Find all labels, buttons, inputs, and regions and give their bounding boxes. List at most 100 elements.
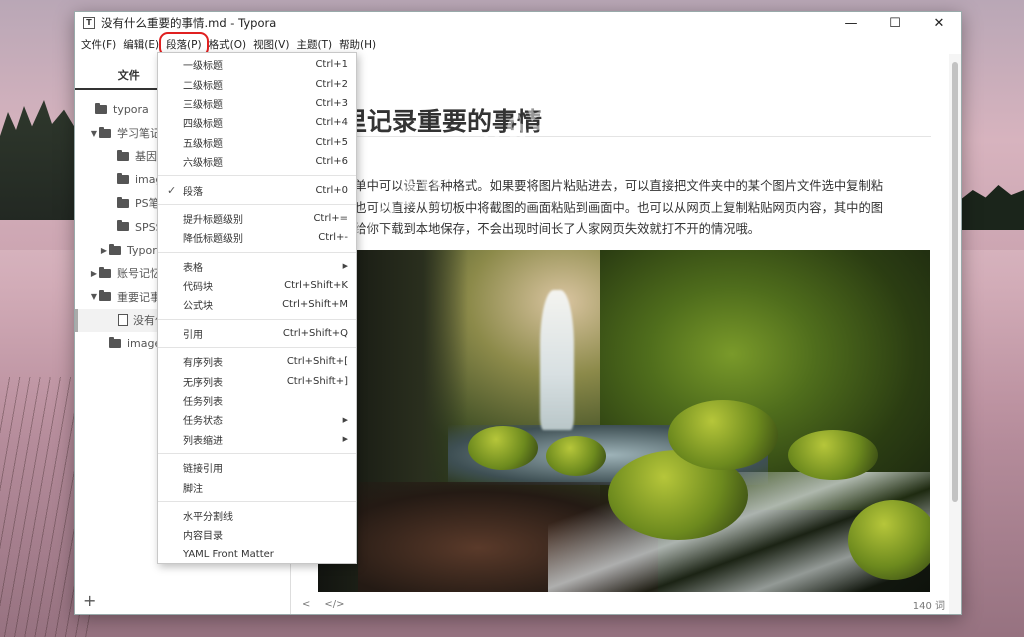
menu-item-label: 公式块 [183,301,213,313]
toggle-sidebar-icon[interactable]: < [302,599,310,610]
minimize-button[interactable]: — [829,12,873,34]
caret-right-icon[interactable]: ▶ [99,246,109,255]
menu-item[interactable]: 任务状态 ▶ [158,410,356,429]
menu-item[interactable]: 六级标题 Ctrl+6 [158,152,356,171]
menu-item-label: 无序列表 [183,377,223,389]
menu-item[interactable]: 有序列表 Ctrl+Shift+[ [158,352,356,371]
menu-item-label: 四级标题 [183,119,223,131]
folder-icon [117,149,129,161]
word-count[interactable]: 140 词 [913,597,949,612]
menu-item[interactable]: 公式块 Ctrl+Shift+M [158,295,356,314]
menu-item-label: 任务状态 [183,416,223,428]
menu-item-label: 水平分割线 [183,512,233,523]
heading-underline [318,136,931,137]
menu-item[interactable]: 五级标题 Ctrl+5 [158,133,356,152]
folder-icon [99,126,111,138]
menu-item[interactable]: 脚注 [158,477,356,496]
menu-item-shortcut: Ctrl+4 [315,117,348,129]
image-mossy-rock [468,426,538,470]
folder-icon [99,290,111,302]
menu-item[interactable]: 引用 Ctrl+Shift+Q [158,324,356,343]
menu-item[interactable]: 无序列表 Ctrl+Shift+] [158,371,356,390]
menu-item[interactable]: 表格 ▶ [158,257,356,276]
menu-help[interactable]: 帮助(H) [336,37,379,52]
menu-format[interactable]: 格式(O) [206,37,249,52]
folder-icon [109,337,121,349]
menu-item-label: 降低标题级别 [183,234,243,246]
menu-theme[interactable]: 主题(T) [293,37,335,52]
menu-item[interactable]: 代码块 Ctrl+Shift+K [158,276,356,295]
status-bar: < </> 140 词 [292,594,949,614]
window-title: 没有什么重要的事情.md - Typora [101,16,277,30]
menu-item-label: YAML Front Matter [183,548,274,560]
caret-down-icon[interactable]: ▼ [89,129,99,138]
source-code-mode-icon[interactable]: </> [324,599,344,610]
menu-item[interactable]: 降低标题级别 Ctrl+- [158,228,356,247]
menu-item[interactable]: 二级标题 Ctrl+2 [158,74,356,93]
caret-down-icon[interactable]: ▼ [89,292,99,301]
maximize-button[interactable]: ☐ [873,12,917,34]
menu-item[interactable]: 四级标题 Ctrl+4 [158,113,356,132]
menu-item[interactable]: 一级标题 Ctrl+1 [158,55,356,74]
menu-item[interactable]: 三级标题 Ctrl+3 [158,94,356,113]
menu-item-label: 提升标题级别 [183,214,243,226]
menu-edit[interactable]: 编辑(E) [120,37,162,52]
image-waterfall [540,290,574,430]
editor-area[interactable]: 里记录重要的事情 菜单中可以设置各种格式。如果要将图片粘贴进去，可以直接把文件夹… [292,54,949,594]
menu-item-label: 五级标题 [183,138,223,150]
tree-item-label: 重要记事 [117,290,161,304]
add-icon[interactable]: + [83,591,96,610]
menu-item-shortcut: Ctrl+1 [315,59,348,71]
menu-item-shortcut: Ctrl+6 [315,156,348,168]
title-bar[interactable]: T 没有什么重要的事情.md - Typora — ☐ ✕ [75,12,961,34]
menu-item-shortcut: Ctrl+5 [315,136,348,148]
menu-separator [158,453,356,455]
tree-item-label: 学习笔记 [117,127,161,141]
submenu-arrow-icon: ▶ [342,415,348,424]
folder-icon [109,243,121,255]
menu-item[interactable]: 水平分割线 [158,506,356,525]
image-mossy-rock [848,500,930,580]
tree-item-label: 账号记忆 [117,267,161,281]
folder-icon [99,266,111,278]
menu-item[interactable]: 内容目录 [158,525,356,544]
menu-item-label: 表格 [183,262,203,274]
close-button[interactable]: ✕ [917,12,961,34]
folder-icon [117,173,129,185]
checkmark-icon: ✓ [167,183,177,197]
waterfall-image[interactable] [318,250,930,592]
menu-item-label: 段落 [183,186,203,198]
menu-item[interactable]: YAML Front Matter [158,545,356,564]
menu-item-shortcut: Ctrl+- [318,232,348,244]
folder-icon [117,220,129,232]
menu-item-label: 六级标题 [183,158,223,170]
menu-file[interactable]: 文件(F) [78,37,119,52]
menu-view[interactable]: 视图(V) [250,37,292,52]
paragraph-line: 动给你下载到本地保存，不会出现时间长了人家网页失效就打不开的情况哦。 [342,222,761,236]
menu-item[interactable]: ✓ 段落 Ctrl+0 [158,180,356,199]
menu-item-shortcut: Ctrl+= [313,212,348,224]
menu-paragraph[interactable]: 段落(P) [159,31,209,57]
folder-icon [117,196,129,208]
menu-item[interactable]: 列表缩进 ▶ [158,430,356,449]
scrollbar-thumb[interactable] [952,62,958,502]
menu-item[interactable]: 任务列表 [158,391,356,410]
menu-separator [158,175,356,177]
menu-item-label: 代码块 [183,282,213,294]
typora-app-icon: T [83,17,95,29]
menu-item-label: 引用 [183,329,203,341]
desktop-trees [0,100,80,220]
menu-item-shortcut: Ctrl+3 [315,97,348,109]
image-mossy-rock [546,436,606,476]
menu-item[interactable]: 链接引用 [158,458,356,477]
editor-scrollbar[interactable] [949,54,961,614]
caret-right-icon[interactable]: ▶ [89,269,99,278]
menu-item-shortcut: Ctrl+Shift+K [284,280,348,292]
menu-separator [158,318,356,320]
menu-item-shortcut: Ctrl+Shift+M [282,299,348,311]
image-mossy-rock [668,400,778,470]
menu-item-label: 脚注 [183,483,203,495]
file-icon [118,314,128,327]
menu-item-label: 二级标题 [183,80,223,92]
menu-item[interactable]: 提升标题级别 Ctrl+= [158,209,356,228]
